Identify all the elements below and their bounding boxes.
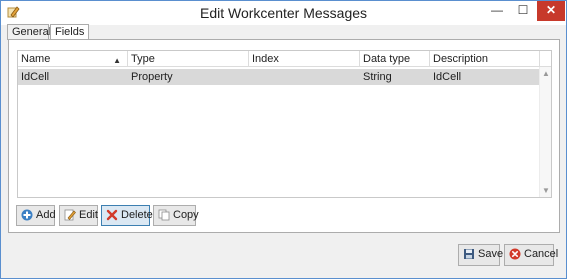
title-bar: Edit Workcenter Messages — ☐ ✕ xyxy=(1,1,566,25)
edit-icon xyxy=(64,209,76,221)
minimize-button[interactable]: — xyxy=(484,1,510,21)
scroll-up-icon[interactable]: ▲ xyxy=(540,69,552,78)
save-label: Save xyxy=(478,248,504,260)
sort-ascending-icon: ▲ xyxy=(113,56,121,65)
delete-button[interactable]: Delete xyxy=(101,205,153,226)
cell-data-type: String xyxy=(363,71,392,83)
copy-button[interactable]: Copy xyxy=(153,205,199,226)
scroll-down-icon[interactable]: ▼ xyxy=(540,186,552,195)
add-label: Add xyxy=(36,209,56,221)
add-button[interactable]: Add xyxy=(16,205,56,226)
column-header-data-type[interactable]: Data type xyxy=(360,51,430,67)
column-header-description[interactable]: Description xyxy=(430,51,540,67)
dialog-window: Edit Workcenter Messages — ☐ ✕ General F… xyxy=(0,0,567,279)
cell-name: IdCell xyxy=(21,71,50,83)
column-header-name[interactable]: Name ▲ xyxy=(18,51,128,67)
copy-icon xyxy=(158,209,170,221)
fields-grid: Name ▲ Type Index Data type Description … xyxy=(17,50,552,198)
cancel-button[interactable]: Cancel xyxy=(504,244,558,266)
cell-type: Property xyxy=(131,71,173,83)
grid-header: Name ▲ Type Index Data type Description xyxy=(18,51,551,67)
add-icon xyxy=(21,209,33,221)
column-header-label: Name xyxy=(21,53,51,65)
maximize-button[interactable]: ☐ xyxy=(510,1,536,21)
save-button[interactable]: Save xyxy=(458,244,504,266)
window-title: Edit Workcenter Messages xyxy=(199,5,368,21)
tab-general[interactable]: General xyxy=(7,24,51,40)
delete-label: Delete xyxy=(121,209,153,221)
edit-button[interactable]: Edit xyxy=(59,205,98,226)
copy-label: Copy xyxy=(173,209,199,221)
cancel-icon xyxy=(509,248,521,260)
cell-index xyxy=(249,69,252,85)
vertical-scrollbar[interactable]: ▲ ▼ xyxy=(539,67,551,197)
fields-panel: Name ▲ Type Index Data type Description … xyxy=(8,39,560,233)
save-icon xyxy=(464,249,474,259)
edit-label: Edit xyxy=(79,209,98,221)
cancel-label: Cancel xyxy=(524,248,559,260)
column-header-index[interactable]: Index xyxy=(249,51,360,67)
cell-description: IdCell xyxy=(433,71,462,83)
column-header-type[interactable]: Type xyxy=(128,51,249,67)
delete-icon xyxy=(106,209,118,221)
table-row[interactable]: IdCell Property String IdCell xyxy=(18,69,539,85)
close-button[interactable]: ✕ xyxy=(537,1,565,21)
